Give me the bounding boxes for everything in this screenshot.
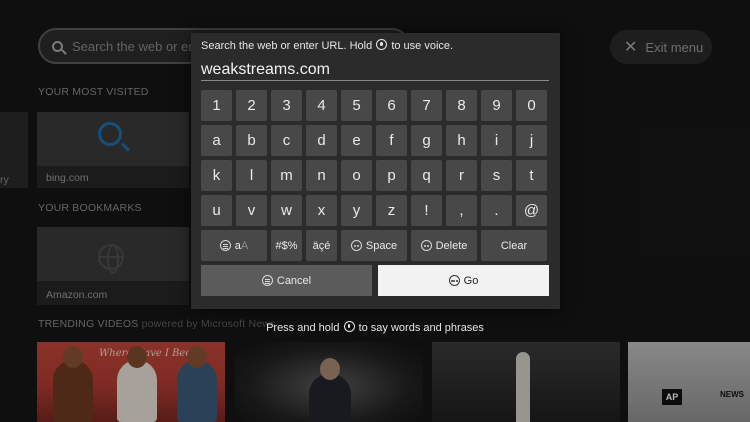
key-2-8[interactable]: s <box>481 160 512 191</box>
accents-key[interactable]: äçé <box>306 230 337 261</box>
key-1-2[interactable]: c <box>271 125 302 156</box>
key-2-3[interactable]: n <box>306 160 337 191</box>
symbols-key[interactable]: #$% <box>271 230 302 261</box>
microphone-icon <box>343 321 355 332</box>
key-3-9[interactable]: @ <box>516 195 547 226</box>
key-3-8[interactable]: . <box>481 195 512 226</box>
space-key-label: Space <box>365 239 398 252</box>
key-1-8[interactable]: i <box>481 125 512 156</box>
go-label: Go <box>463 274 479 287</box>
voice-footer-hint: Press and hold to say words and phrases <box>0 321 750 334</box>
play-button-icon <box>350 240 362 251</box>
space-key[interactable]: Space <box>341 230 407 261</box>
footer-hint-suffix: to say words and phrases <box>358 322 484 334</box>
delete-key[interactable]: Delete <box>411 230 477 261</box>
case-toggle-key[interactable]: aA <box>201 230 267 261</box>
clear-key[interactable]: Clear <box>481 230 547 261</box>
key-1-0[interactable]: a <box>201 125 232 156</box>
key-2-0[interactable]: k <box>201 160 232 191</box>
voice-hint: Search the web or enter URL. Hold to use… <box>201 39 453 52</box>
key-3-2[interactable]: w <box>271 195 302 226</box>
key-3-3[interactable]: x <box>306 195 337 226</box>
key-1-5[interactable]: f <box>376 125 407 156</box>
key-2-9[interactable]: t <box>516 160 547 191</box>
case-key-upper: A <box>240 239 249 252</box>
voice-hint-suffix: to use voice. <box>391 40 454 52</box>
voice-hint-prefix: Search the web or enter URL. Hold <box>201 40 373 52</box>
key-1-9[interactable]: j <box>516 125 547 156</box>
key-2-2[interactable]: m <box>271 160 302 191</box>
key-1-4[interactable]: e <box>341 125 372 156</box>
cancel-label: Cancel <box>276 274 312 287</box>
key-2-6[interactable]: q <box>411 160 442 191</box>
key-0-8[interactable]: 9 <box>481 90 512 121</box>
key-0-4[interactable]: 5 <box>341 90 372 121</box>
key-3-4[interactable]: y <box>341 195 372 226</box>
key-1-6[interactable]: g <box>411 125 442 156</box>
cancel-button[interactable]: Cancel <box>201 265 372 296</box>
key-0-9[interactable]: 0 <box>516 90 547 121</box>
key-0-1[interactable]: 2 <box>236 90 267 121</box>
key-1-7[interactable]: h <box>446 125 477 156</box>
menu-button-icon <box>261 275 273 286</box>
key-3-6[interactable]: ! <box>411 195 442 226</box>
key-3-0[interactable]: u <box>201 195 232 226</box>
fast-forward-button-icon <box>448 275 460 286</box>
key-2-7[interactable]: r <box>446 160 477 191</box>
key-1-3[interactable]: d <box>306 125 337 156</box>
key-3-7[interactable]: , <box>446 195 477 226</box>
key-2-4[interactable]: o <box>341 160 372 191</box>
key-3-1[interactable]: v <box>236 195 267 226</box>
microphone-icon <box>376 39 388 50</box>
key-0-5[interactable]: 6 <box>376 90 407 121</box>
footer-hint-prefix: Press and hold <box>266 322 340 334</box>
key-2-5[interactable]: p <box>376 160 407 191</box>
keyboard-dialog: Search the web or enter URL. Hold to use… <box>191 33 560 309</box>
key-1-1[interactable]: b <box>236 125 267 156</box>
menu-button-icon <box>219 240 231 251</box>
key-0-0[interactable]: 1 <box>201 90 232 121</box>
key-0-3[interactable]: 4 <box>306 90 337 121</box>
go-button[interactable]: Go <box>378 265 549 296</box>
key-3-5[interactable]: z <box>376 195 407 226</box>
delete-key-label: Delete <box>435 239 468 252</box>
key-0-2[interactable]: 3 <box>271 90 302 121</box>
key-0-6[interactable]: 7 <box>411 90 442 121</box>
rewind-button-icon <box>420 240 432 251</box>
url-input[interactable] <box>201 59 549 81</box>
key-2-1[interactable]: l <box>236 160 267 191</box>
key-0-7[interactable]: 8 <box>446 90 477 121</box>
